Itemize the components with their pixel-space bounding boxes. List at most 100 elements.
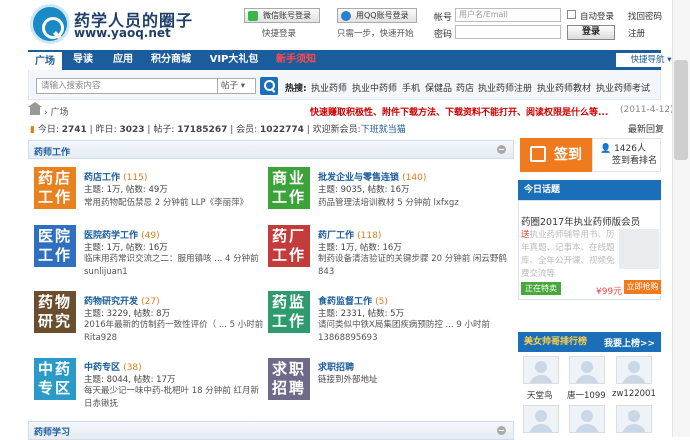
forum-section-title[interactable]: 药师工作 [34, 145, 70, 158]
nav-newbie[interactable]: 新手须知 [272, 50, 320, 70]
newest-reply-link[interactable]: 最新回复 [628, 122, 664, 135]
newest-member-link[interactable]: 下班就当猫 [361, 125, 406, 135]
notice-date: (2011-4-12) [620, 105, 674, 115]
promo-buy-button[interactable]: 立即抢购 [624, 280, 661, 294]
hot-term[interactable]: 执业药师教材 [537, 81, 591, 94]
qq-hint: 只需一步，快速开始 [337, 29, 414, 39]
breadcrumb-current[interactable]: 广场 [50, 108, 68, 118]
board-icon[interactable]: 医院 工作 [34, 225, 76, 267]
account-input[interactable]: 用户名/Email [455, 8, 561, 22]
board-title[interactable]: 食药监督工作 [318, 297, 372, 307]
promo-title[interactable]: 药圈2017年执业药师版会员 [521, 214, 640, 228]
rank-username[interactable]: zw122001 [612, 389, 656, 399]
nav-apps[interactable]: 应用 [106, 50, 140, 70]
auto-login-checkbox[interactable] [567, 10, 576, 19]
today-count: 2741 [61, 125, 87, 135]
notice-link[interactable]: 快速赚取积极性、附件下载方法、下载资料不能打开、阅读权限是什么等... [310, 105, 608, 118]
board-icon-line: 专区 [37, 379, 72, 397]
board-icon[interactable]: 商业 工作 [268, 167, 310, 209]
board-icon[interactable]: 求职 招聘 [268, 358, 310, 400]
login-button[interactable]: 登录 [567, 25, 615, 40]
site-logo-icon[interactable] [30, 4, 70, 44]
members-count: 1022774 [260, 125, 304, 135]
collapse-icon[interactable] [497, 145, 506, 154]
rank-username[interactable]: 唐一1099 [567, 389, 606, 401]
board-count: (5) [375, 297, 388, 307]
board-icon[interactable]: 药店 工作 [34, 167, 76, 209]
nav-points-mall[interactable]: 积分商城 [144, 50, 198, 70]
avatar[interactable] [616, 405, 652, 433]
hot-term[interactable]: 执业药师考试 [596, 81, 650, 94]
board-meta: 主题: 2331, 帖数: 5万 [318, 309, 405, 319]
board-last-post[interactable]: 制药设备清洁验证的关键步骤 20 分钟前 闲云野鹤843 [318, 253, 508, 279]
hot-term[interactable]: 药店 [456, 81, 474, 94]
avatar[interactable] [616, 356, 652, 384]
board-icon[interactable]: 药监 工作 [268, 291, 310, 333]
avatar[interactable] [569, 405, 605, 433]
board-last-post[interactable]: 临床用药常识交流之二：服用镇咳 ... 4 分钟前 sunlijuan1 [84, 253, 266, 279]
board-icon-line: 求职 [271, 360, 306, 378]
nav-plaza[interactable]: 广场 [28, 50, 62, 70]
board-icon[interactable]: 中药 专区 [34, 358, 76, 400]
board-name[interactable]: 中药专区 (38) [84, 360, 142, 373]
register-link[interactable]: 注册 [628, 27, 645, 39]
rank-join-link[interactable]: 我要上榜>> [604, 336, 655, 349]
board-icon-line: 药物 [37, 293, 72, 311]
board-name[interactable]: 医院药学工作 (49) [84, 228, 160, 241]
board-title[interactable]: 药物研究开发 [84, 297, 138, 307]
search-input[interactable]: 请输入搜索内容 [36, 78, 218, 94]
sign-rank-link[interactable]: 签到看排名 [612, 156, 662, 167]
avatar[interactable] [523, 405, 559, 433]
password-input[interactable] [455, 25, 561, 39]
board-title[interactable]: 求职招聘 [318, 363, 354, 373]
hot-term[interactable]: 执业药师注册 [478, 81, 532, 94]
search-type-select[interactable]: 帖子 ▾ [218, 78, 256, 94]
wechat-login-button[interactable]: 微信账号登录 [244, 8, 320, 23]
board-name[interactable]: 批发企业与零售连锁 (140) [318, 170, 426, 183]
board-icon[interactable]: 药厂 工作 [268, 225, 310, 267]
board-name[interactable]: 药店工作 (115) [84, 170, 147, 183]
forgot-password-link[interactable]: 找回密码 [628, 10, 662, 22]
promo-text: 送执业药师辅导用书、历年真题、记事本、在线题库、全年公开课、视频免费交流等 [521, 229, 616, 281]
hot-term[interactable]: 执业药师 [311, 81, 347, 94]
hot-term[interactable]: 保健品 [425, 81, 452, 94]
nav-guide[interactable]: 导读 [66, 50, 100, 70]
board-last-post[interactable]: 每天最少记一味中药-枇杷叶 18 分钟前 红月新日赤锹抚 [84, 385, 266, 411]
forum-section2-title[interactable]: 药师学习 [34, 425, 70, 438]
qq-login-button[interactable]: 用QQ账号登录 [337, 8, 417, 23]
board-name[interactable]: 药厂工作 (118) [318, 228, 381, 241]
search-icon[interactable] [260, 77, 278, 95]
stats-icon: ▮ [30, 125, 35, 135]
board-meta: 主题: 1万, 帖数: 16万 [84, 243, 168, 253]
scrollbar-thumb[interactable] [674, 60, 688, 160]
board-title[interactable]: 批发企业与零售连锁 [318, 173, 399, 183]
board-last-post[interactable]: 请问类似中铁X局集团疾病预防控 ... 9 小时前 13868895693 [318, 319, 508, 345]
avatar[interactable] [569, 356, 605, 384]
board-meta: 主题: 9035, 帖数: 16万 [318, 185, 410, 195]
board-last-post[interactable]: 常用药物配伍禁忌 2 分钟前 LLP《李丽萍》 [84, 196, 266, 208]
board-title[interactable]: 中药专区 [84, 363, 120, 373]
board-last-post[interactable]: 2016年最新的仿制药一致性评价（ ... 5 小时前 Rita928 [84, 319, 266, 345]
board-last-post[interactable]: 药品管理法培训教材 5 分钟前 lxfxgz [318, 196, 508, 208]
board-count: (49) [141, 231, 160, 241]
rank-username[interactable]: 天堂鸟 [527, 389, 553, 401]
board-meta: 主题: 1万, 帖数: 49万 [84, 185, 168, 195]
collapse-icon[interactable] [497, 426, 506, 435]
board-name[interactable]: 求职招聘 [318, 360, 354, 373]
promo-image[interactable] [619, 229, 659, 269]
avatar[interactable] [523, 356, 559, 384]
board-icon-line: 医院 [37, 227, 72, 245]
board-title[interactable]: 药厂工作 [318, 231, 354, 241]
board-name[interactable]: 药物研究开发 (27) [84, 294, 160, 307]
account-label: 帐号 [434, 13, 453, 23]
board-icon-line: 药厂 [271, 227, 306, 245]
hot-term[interactable]: 手机 [402, 81, 420, 94]
home-icon[interactable] [28, 102, 42, 115]
board-icon[interactable]: 药物 研究 [34, 291, 76, 333]
hot-term[interactable]: 执业中药师 [352, 81, 397, 94]
search-type-value: 帖子 [221, 81, 239, 91]
board-title[interactable]: 医院药学工作 [84, 231, 138, 241]
board-title[interactable]: 药店工作 [84, 173, 120, 183]
nav-vip-gift[interactable]: VIP大礼包 [204, 50, 264, 70]
board-name[interactable]: 食药监督工作 (5) [318, 294, 388, 307]
